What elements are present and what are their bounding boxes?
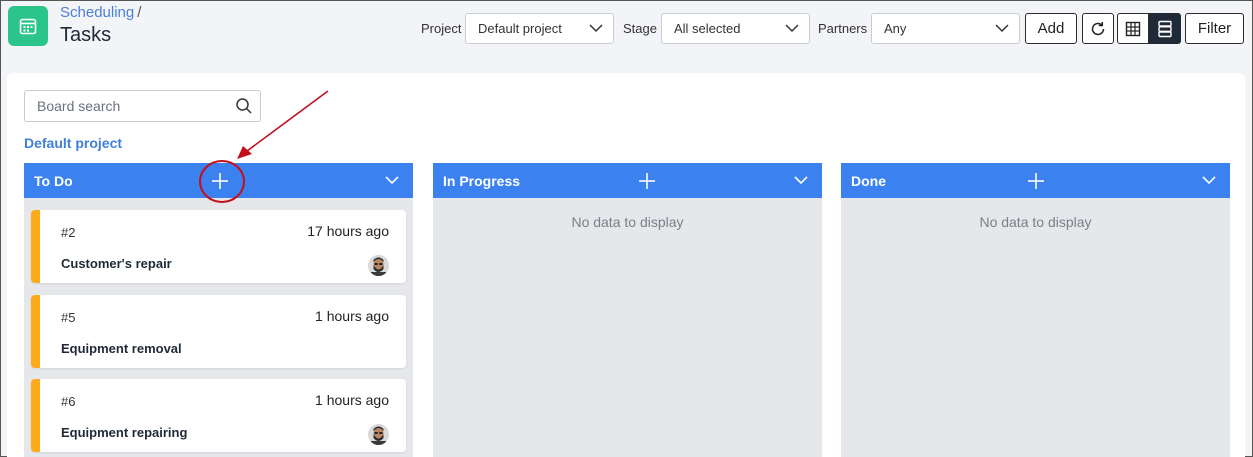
refresh-icon bbox=[1091, 21, 1105, 35]
add-task-icon[interactable] bbox=[637, 171, 657, 191]
task-number: #2 bbox=[61, 225, 76, 240]
top-bar: Scheduling / Tasks Project Default projec… bbox=[1, 1, 1252, 57]
add-button[interactable]: Add bbox=[1025, 13, 1077, 44]
chevron-down-icon bbox=[785, 24, 799, 33]
task-number: #6 bbox=[61, 394, 76, 409]
project-link[interactable]: Default project bbox=[24, 135, 122, 151]
column-done: Done No data to display bbox=[841, 163, 1230, 457]
column-todo: To Do #2 17 hours ago Customer's repair bbox=[24, 163, 413, 457]
stage-select[interactable]: All selected bbox=[661, 13, 810, 44]
task-title: Equipment removal bbox=[61, 341, 182, 356]
stage-select-value: All selected bbox=[674, 21, 741, 36]
breadcrumb-link-scheduling[interactable]: Scheduling bbox=[60, 4, 134, 21]
chevron-down-icon[interactable] bbox=[794, 175, 808, 185]
column-title: Done bbox=[851, 173, 886, 189]
page-title: Tasks bbox=[60, 24, 112, 46]
search-icon[interactable] bbox=[235, 97, 253, 115]
board-search-input[interactable] bbox=[24, 90, 261, 122]
chevron-down-icon[interactable] bbox=[385, 175, 399, 185]
task-number: #5 bbox=[61, 310, 76, 325]
filter-button[interactable]: Filter bbox=[1185, 13, 1244, 44]
column-header: Done bbox=[841, 163, 1230, 198]
chevron-down-icon[interactable] bbox=[1202, 175, 1216, 185]
column-in-progress: In Progress No data to display bbox=[433, 163, 822, 457]
chevron-down-icon bbox=[995, 24, 1009, 33]
add-task-icon[interactable] bbox=[1026, 171, 1046, 191]
board-view-button[interactable] bbox=[1149, 13, 1181, 44]
calendar-icon[interactable] bbox=[8, 6, 48, 46]
task-card[interactable]: #2 17 hours ago Customer's repair bbox=[31, 210, 406, 283]
annotation-circle bbox=[199, 160, 245, 203]
refresh-button[interactable] bbox=[1082, 13, 1114, 44]
empty-state: No data to display bbox=[979, 214, 1092, 230]
column-title: To Do bbox=[34, 173, 73, 189]
board-panel: Default project To Do #2 17 hours ago Cu… bbox=[7, 73, 1245, 457]
project-select-value: Default project bbox=[478, 21, 562, 36]
project-filter-label: Project bbox=[421, 21, 462, 36]
partners-select-value: Any bbox=[884, 21, 907, 36]
task-title: Equipment repairing bbox=[61, 425, 188, 440]
stage-filter-label: Stage bbox=[623, 21, 657, 36]
column-title: In Progress bbox=[443, 173, 521, 189]
board-view-icon bbox=[1158, 20, 1172, 37]
breadcrumb: Scheduling / bbox=[60, 4, 141, 21]
partners-select[interactable]: Any bbox=[871, 13, 1020, 44]
chevron-down-icon bbox=[589, 24, 603, 33]
task-title: Customer's repair bbox=[61, 256, 172, 271]
grid-view-icon bbox=[1125, 21, 1141, 36]
avatar[interactable] bbox=[368, 255, 389, 276]
task-card[interactable]: #5 1 hours ago Equipment removal bbox=[31, 295, 406, 368]
avatar[interactable] bbox=[368, 424, 389, 445]
grid-view-button[interactable] bbox=[1117, 13, 1149, 44]
task-card[interactable]: #6 1 hours ago Equipment repairing bbox=[31, 379, 406, 452]
empty-state: No data to display bbox=[571, 214, 684, 230]
task-time: 1 hours ago bbox=[315, 308, 389, 324]
column-header: In Progress bbox=[433, 163, 822, 198]
task-time: 1 hours ago bbox=[315, 392, 389, 408]
project-select[interactable]: Default project bbox=[465, 13, 614, 44]
breadcrumb-separator: / bbox=[137, 4, 142, 21]
task-time: 17 hours ago bbox=[307, 223, 389, 239]
partners-filter-label: Partners bbox=[818, 21, 868, 36]
